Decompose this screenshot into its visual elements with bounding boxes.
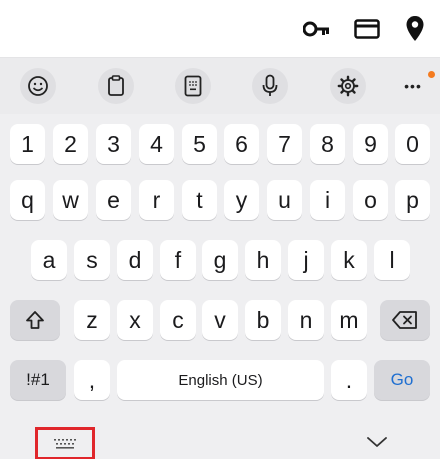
- key-n[interactable]: n: [288, 300, 324, 340]
- key-e[interactable]: e: [96, 180, 131, 220]
- key-u[interactable]: u: [267, 180, 302, 220]
- more-options-label: •••: [404, 78, 422, 94]
- chevron-down-icon: [367, 437, 387, 447]
- space-key[interactable]: English (US): [117, 360, 324, 400]
- key-h[interactable]: h: [245, 240, 281, 280]
- keyboard-switch-button[interactable]: [35, 427, 95, 459]
- key-5[interactable]: 5: [182, 124, 217, 164]
- key-v[interactable]: v: [202, 300, 238, 340]
- symbols-key[interactable]: !#1: [10, 360, 66, 400]
- clipboard-icon[interactable]: [98, 68, 134, 104]
- emoji-icon[interactable]: [20, 68, 56, 104]
- key-g[interactable]: g: [202, 240, 238, 280]
- comma-key[interactable]: ,: [74, 360, 110, 400]
- key-q[interactable]: q: [10, 180, 45, 220]
- more-options-icon[interactable]: •••: [395, 68, 431, 104]
- key-d[interactable]: d: [117, 240, 153, 280]
- autofill-bar: [0, 0, 440, 58]
- key-f[interactable]: f: [160, 240, 196, 280]
- keyboard-toolbar: •••: [0, 58, 440, 114]
- key-k[interactable]: k: [331, 240, 367, 280]
- shift-icon: [26, 311, 44, 329]
- key-y[interactable]: y: [224, 180, 259, 220]
- key-r[interactable]: r: [139, 180, 174, 220]
- key-2[interactable]: 2: [53, 124, 88, 164]
- key-s[interactable]: s: [74, 240, 110, 280]
- key-m[interactable]: m: [331, 300, 367, 340]
- key-0[interactable]: 0: [395, 124, 430, 164]
- navigation-bar: [0, 414, 440, 459]
- shift-key[interactable]: [10, 300, 60, 340]
- key-t[interactable]: t: [182, 180, 217, 220]
- microphone-icon[interactable]: [252, 68, 288, 104]
- key-l[interactable]: l: [374, 240, 410, 280]
- key-x[interactable]: x: [117, 300, 153, 340]
- one-handed-keyboard-icon[interactable]: [175, 68, 211, 104]
- key-z[interactable]: z: [74, 300, 110, 340]
- key-w[interactable]: w: [53, 180, 88, 220]
- key-8[interactable]: 8: [310, 124, 345, 164]
- key-j[interactable]: j: [288, 240, 324, 280]
- key-p[interactable]: p: [395, 180, 430, 220]
- credit-card-icon[interactable]: [352, 14, 382, 44]
- hide-keyboard-button[interactable]: [362, 432, 392, 452]
- key-c[interactable]: c: [160, 300, 196, 340]
- key-b[interactable]: b: [245, 300, 281, 340]
- key-6[interactable]: 6: [224, 124, 259, 164]
- key-i[interactable]: i: [310, 180, 345, 220]
- key-4[interactable]: 4: [139, 124, 174, 164]
- key-a[interactable]: a: [31, 240, 67, 280]
- key-1[interactable]: 1: [10, 124, 45, 164]
- notification-dot: [428, 71, 435, 78]
- key-o[interactable]: o: [353, 180, 388, 220]
- keyboard-icon: [54, 438, 76, 449]
- location-pin-icon[interactable]: [400, 14, 430, 44]
- go-key[interactable]: Go: [374, 360, 430, 400]
- key-7[interactable]: 7: [267, 124, 302, 164]
- settings-icon[interactable]: [330, 68, 366, 104]
- backspace-icon: [392, 311, 417, 329]
- key-9[interactable]: 9: [353, 124, 388, 164]
- key-3[interactable]: 3: [96, 124, 131, 164]
- backspace-key[interactable]: [380, 300, 430, 340]
- key-icon[interactable]: [302, 14, 332, 44]
- period-key[interactable]: .: [331, 360, 367, 400]
